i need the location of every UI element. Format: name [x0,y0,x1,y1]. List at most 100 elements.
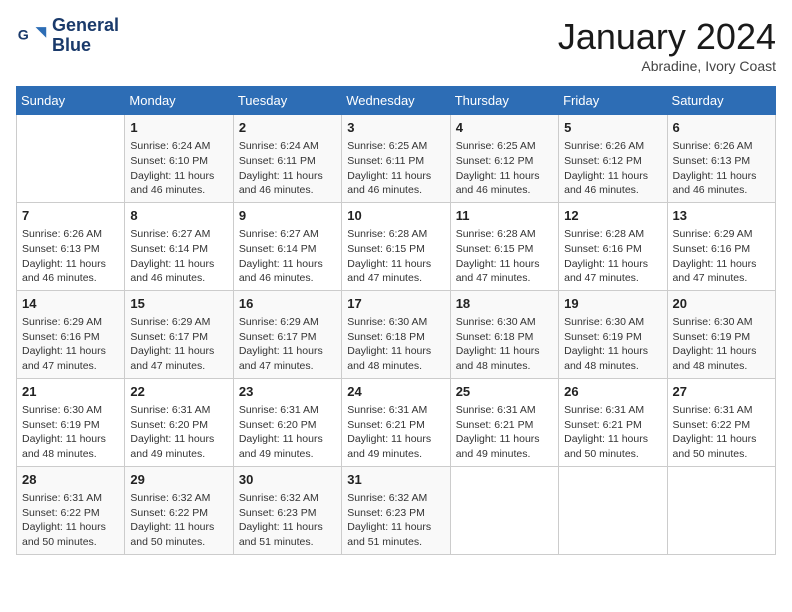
day-number: 13 [673,207,770,225]
weekday-header-row: SundayMondayTuesdayWednesdayThursdayFrid… [17,87,776,115]
day-number: 3 [347,119,444,137]
day-cell-31: 31Sunrise: 6:32 AMSunset: 6:23 PMDayligh… [342,466,450,554]
title-block: January 2024 Abradine, Ivory Coast [558,16,776,74]
day-number: 15 [130,295,227,313]
day-cell-17: 17 Sunrise: 6:30 AMSunset: 6:18 PMDayligh… [342,290,450,378]
week-row-1: 1 Sunrise: 6:24 AMSunset: 6:10 PMDaylight… [17,115,776,203]
empty-cell [559,466,667,554]
day-info: Sunrise: 6:30 AMSunset: 6:19 PMDaylight:… [564,315,661,374]
day-info: Sunrise: 6:24 AMSunset: 6:11 PMDaylight:… [239,139,336,198]
weekday-header-friday: Friday [559,87,667,115]
day-info: Sunrise: 6:32 AMSunset: 6:23 PMDaylight:… [239,491,336,550]
day-number: 30 [239,471,336,489]
day-cell-1: 1 Sunrise: 6:24 AMSunset: 6:10 PMDaylight… [125,115,233,203]
day-cell-3: 3 Sunrise: 6:25 AMSunset: 6:11 PMDaylight… [342,115,450,203]
weekday-header-sunday: Sunday [17,87,125,115]
day-info: Sunrise: 6:31 AMSunset: 6:22 PMDaylight:… [673,403,770,462]
day-info: Sunrise: 6:30 AMSunset: 6:18 PMDaylight:… [347,315,444,374]
day-info: Sunrise: 6:30 AMSunset: 6:18 PMDaylight:… [456,315,553,374]
week-row-2: 7 Sunrise: 6:26 AMSunset: 6:13 PMDaylight… [17,202,776,290]
day-cell-12: 12 Sunrise: 6:28 AMSunset: 6:16 PMDayligh… [559,202,667,290]
day-info: Sunrise: 6:24 AMSunset: 6:10 PMDaylight:… [130,139,227,198]
day-cell-25: 25 Sunrise: 6:31 AMSunset: 6:21 PMDayligh… [450,378,558,466]
day-cell-6: 6 Sunrise: 6:26 AMSunset: 6:13 PMDaylight… [667,115,775,203]
day-number: 4 [456,119,553,137]
day-number: 7 [22,207,119,225]
day-cell-14: 14 Sunrise: 6:29 AMSunset: 6:16 PMDayligh… [17,290,125,378]
day-cell-26: 26 Sunrise: 6:31 AMSunset: 6:21 PMDayligh… [559,378,667,466]
day-info: Sunrise: 6:26 AMSunset: 6:12 PMDaylight:… [564,139,661,198]
weekday-header-thursday: Thursday [450,87,558,115]
day-info: Sunrise: 6:27 AMSunset: 6:14 PMDaylight:… [130,227,227,286]
day-number: 5 [564,119,661,137]
week-row-4: 21 Sunrise: 6:30 AMSunset: 6:19 PMDayligh… [17,378,776,466]
day-number: 26 [564,383,661,401]
day-number: 25 [456,383,553,401]
day-number: 21 [22,383,119,401]
calendar-table: SundayMondayTuesdayWednesdayThursdayFrid… [16,86,776,555]
day-info: Sunrise: 6:31 AMSunset: 6:21 PMDaylight:… [564,403,661,462]
weekday-header-monday: Monday [125,87,233,115]
day-cell-29: 29Sunrise: 6:32 AMSunset: 6:22 PMDayligh… [125,466,233,554]
day-cell-5: 5 Sunrise: 6:26 AMSunset: 6:12 PMDaylight… [559,115,667,203]
day-number: 10 [347,207,444,225]
day-number: 17 [347,295,444,313]
day-cell-16: 16 Sunrise: 6:29 AMSunset: 6:17 PMDayligh… [233,290,341,378]
day-info: Sunrise: 6:31 AMSunset: 6:20 PMDaylight:… [130,403,227,462]
month-title: January 2024 [558,16,776,58]
location-subtitle: Abradine, Ivory Coast [558,58,776,74]
svg-text:G: G [18,27,29,43]
day-info: Sunrise: 6:28 AMSunset: 6:16 PMDaylight:… [564,227,661,286]
day-number: 31 [347,471,444,489]
day-cell-21: 21 Sunrise: 6:30 AMSunset: 6:19 PMDayligh… [17,378,125,466]
day-cell-30: 30 Sunrise: 6:32 AMSunset: 6:23 PMDayligh… [233,466,341,554]
day-number: 22 [130,383,227,401]
logo-text: General Blue [52,16,119,56]
day-info: Sunrise: 6:31 AMSunset: 6:22 PMDaylight:… [22,491,119,550]
day-cell-11: 11Sunrise: 6:28 AMSunset: 6:15 PMDayligh… [450,202,558,290]
day-cell-23: 23 Sunrise: 6:31 AMSunset: 6:20 PMDayligh… [233,378,341,466]
logo: G General Blue [16,16,119,56]
day-info: Sunrise: 6:29 AMSunset: 6:16 PMDaylight:… [673,227,770,286]
day-cell-28: 28Sunrise: 6:31 AMSunset: 6:22 PMDayligh… [17,466,125,554]
day-info: Sunrise: 6:28 AMSunset: 6:15 PMDaylight:… [347,227,444,286]
day-number: 20 [673,295,770,313]
day-cell-9: 9Sunrise: 6:27 AMSunset: 6:14 PMDaylight… [233,202,341,290]
day-info: Sunrise: 6:26 AMSunset: 6:13 PMDaylight:… [673,139,770,198]
day-number: 29 [130,471,227,489]
day-info: Sunrise: 6:30 AMSunset: 6:19 PMDaylight:… [673,315,770,374]
day-info: Sunrise: 6:31 AMSunset: 6:21 PMDaylight:… [347,403,444,462]
day-number: 23 [239,383,336,401]
weekday-header-tuesday: Tuesday [233,87,341,115]
day-number: 8 [130,207,227,225]
day-info: Sunrise: 6:25 AMSunset: 6:12 PMDaylight:… [456,139,553,198]
day-cell-18: 18 Sunrise: 6:30 AMSunset: 6:18 PMDayligh… [450,290,558,378]
day-number: 16 [239,295,336,313]
day-number: 6 [673,119,770,137]
day-info: Sunrise: 6:27 AMSunset: 6:14 PMDaylight:… [239,227,336,286]
page-header: G General Blue January 2024 Abradine, Iv… [16,16,776,74]
day-cell-10: 10 Sunrise: 6:28 AMSunset: 6:15 PMDayligh… [342,202,450,290]
day-number: 27 [673,383,770,401]
day-number: 14 [22,295,119,313]
empty-cell [450,466,558,554]
day-info: Sunrise: 6:31 AMSunset: 6:21 PMDaylight:… [456,403,553,462]
day-info: Sunrise: 6:28 AMSunset: 6:15 PMDaylight:… [456,227,553,286]
day-info: Sunrise: 6:29 AMSunset: 6:16 PMDaylight:… [22,315,119,374]
day-info: Sunrise: 6:30 AMSunset: 6:19 PMDaylight:… [22,403,119,462]
week-row-5: 28Sunrise: 6:31 AMSunset: 6:22 PMDayligh… [17,466,776,554]
day-info: Sunrise: 6:31 AMSunset: 6:20 PMDaylight:… [239,403,336,462]
day-cell-24: 24 Sunrise: 6:31 AMSunset: 6:21 PMDayligh… [342,378,450,466]
day-number: 24 [347,383,444,401]
day-info: Sunrise: 6:25 AMSunset: 6:11 PMDaylight:… [347,139,444,198]
empty-cell [667,466,775,554]
weekday-header-saturday: Saturday [667,87,775,115]
day-info: Sunrise: 6:29 AMSunset: 6:17 PMDaylight:… [130,315,227,374]
day-info: Sunrise: 6:29 AMSunset: 6:17 PMDaylight:… [239,315,336,374]
day-cell-22: 22 Sunrise: 6:31 AMSunset: 6:20 PMDayligh… [125,378,233,466]
day-cell-19: 19Sunrise: 6:30 AMSunset: 6:19 PMDayligh… [559,290,667,378]
day-info: Sunrise: 6:26 AMSunset: 6:13 PMDaylight:… [22,227,119,286]
day-number: 18 [456,295,553,313]
day-number: 1 [130,119,227,137]
day-number: 12 [564,207,661,225]
